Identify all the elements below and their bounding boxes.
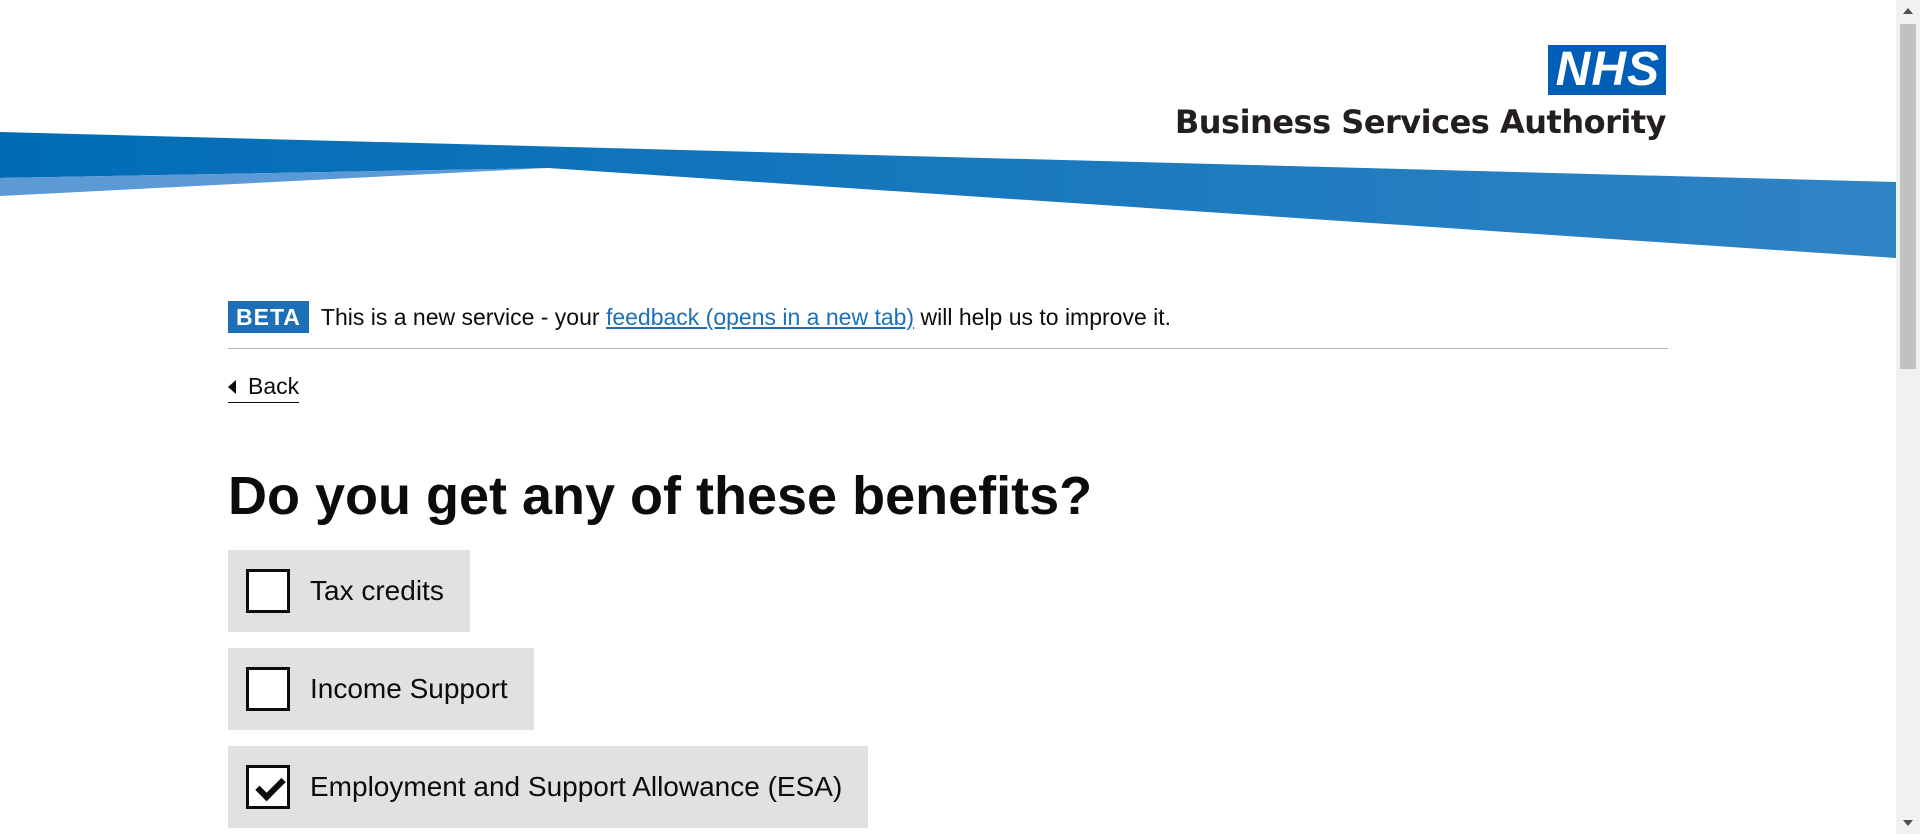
beta-tag: BETA [228, 301, 309, 333]
option-label-income-support: Income Support [310, 673, 508, 705]
option-esa[interactable]: Employment and Support Allowance (ESA) [228, 746, 869, 829]
phase-text-after: will help us to improve it. [914, 303, 1172, 330]
scrollbar-thumb[interactable] [1900, 24, 1916, 369]
back-link[interactable]: Back [228, 373, 300, 403]
vertical-scrollbar[interactable] [1896, 0, 1920, 834]
main-content: BETA This is a new service - your feedba… [228, 300, 1668, 834]
page-title: Do you get any of these benefits? [228, 466, 1093, 526]
nhs-logo-mark: NHS [1547, 45, 1666, 95]
phase-banner-text: This is a new service - your feedback (o… [321, 304, 1171, 331]
checkbox-tax-credits[interactable] [246, 569, 290, 614]
back-link-label: Back [248, 373, 300, 399]
option-tax-credits[interactable]: Tax credits [228, 550, 470, 633]
scroll-down-icon[interactable] [1903, 820, 1913, 826]
checkbox-esa[interactable] [246, 765, 290, 810]
nhs-bsa-logo[interactable]: NHS Business Services Authority [1174, 45, 1667, 142]
scroll-up-icon[interactable] [1903, 8, 1913, 14]
option-label-tax-credits: Tax credits [310, 575, 444, 607]
phase-banner: BETA This is a new service - your feedba… [228, 300, 1668, 349]
option-income-support[interactable]: Income Support [228, 648, 534, 731]
feedback-link[interactable]: feedback (opens in a new tab) [606, 304, 914, 330]
organisation-name: Business Services Authority [1174, 103, 1667, 141]
phase-text-before: This is a new service - your [320, 303, 606, 330]
option-label-esa: Employment and Support Allowance (ESA) [310, 771, 843, 803]
page: NHS Business Services Authority BETA Thi… [0, 0, 1920, 834]
checkbox-income-support[interactable] [246, 667, 290, 712]
back-arrow-icon [228, 379, 236, 394]
